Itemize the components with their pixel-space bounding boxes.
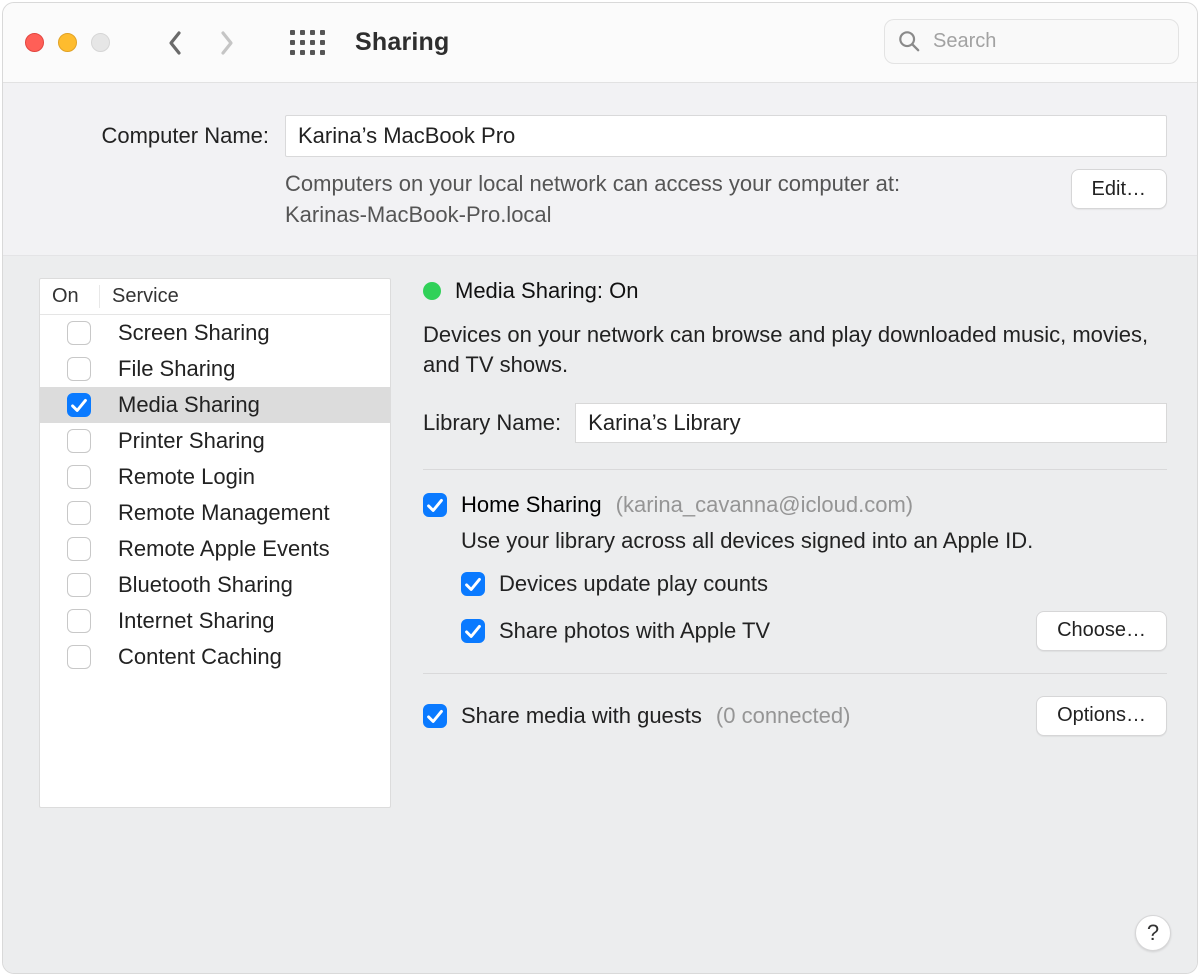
- service-on-checkbox[interactable]: [67, 465, 91, 489]
- service-col-on: On: [40, 285, 100, 308]
- service-on-checkbox[interactable]: [67, 429, 91, 453]
- nav-arrows: [166, 29, 236, 57]
- service-row[interactable]: Screen Sharing: [40, 315, 390, 351]
- computer-name-label: Computer Name:: [33, 123, 269, 149]
- service-label: Bluetooth Sharing: [118, 572, 293, 598]
- service-on-checkbox[interactable]: [67, 645, 91, 669]
- home-sharing-block: Home Sharing (karina_cavanna@icloud.com)…: [423, 470, 1167, 673]
- home-sharing-checkbox[interactable]: [423, 493, 447, 517]
- search-icon: [898, 30, 920, 52]
- service-on-checkbox[interactable]: [67, 357, 91, 381]
- close-window-button[interactable]: [25, 33, 44, 52]
- service-row[interactable]: Remote Apple Events: [40, 531, 390, 567]
- share-photos-checkbox[interactable]: [461, 619, 485, 643]
- computer-name-hint-line2: Karinas-MacBook-Pro.local: [285, 202, 552, 227]
- service-label: Content Caching: [118, 644, 282, 670]
- service-on-checkbox[interactable]: [67, 393, 91, 417]
- service-on-checkbox[interactable]: [67, 573, 91, 597]
- service-label: File Sharing: [118, 356, 235, 382]
- share-guests-checkbox[interactable]: [423, 704, 447, 728]
- share-photos-label: Share photos with Apple TV: [499, 618, 770, 644]
- search-input[interactable]: [884, 19, 1179, 64]
- computer-name-section: Computer Name: Computers on your local n…: [3, 83, 1197, 256]
- back-button[interactable]: [166, 29, 184, 57]
- share-guests-connected: (0 connected): [716, 703, 851, 729]
- media-sharing-detail: Media Sharing: On Devices on your networ…: [391, 256, 1197, 973]
- service-row[interactable]: Remote Login: [40, 459, 390, 495]
- computer-name-field[interactable]: [285, 115, 1167, 157]
- minimize-window-button[interactable]: [58, 33, 77, 52]
- share-guests-label: Share media with guests: [461, 703, 702, 729]
- traffic-lights: [25, 33, 110, 52]
- home-sharing-account: (karina_cavanna@icloud.com): [616, 492, 913, 518]
- service-on-checkbox[interactable]: [67, 537, 91, 561]
- service-list-header: On Service: [40, 279, 390, 315]
- computer-name-hint-line1: Computers on your local network can acce…: [285, 171, 900, 196]
- service-row[interactable]: Internet Sharing: [40, 603, 390, 639]
- zoom-window-button[interactable]: [91, 33, 110, 52]
- search-field-wrap: [884, 19, 1179, 64]
- service-row[interactable]: Bluetooth Sharing: [40, 567, 390, 603]
- service-list: On Service Screen Sharing File Sharing Med…: [39, 278, 391, 808]
- play-counts-label: Devices update play counts: [499, 571, 768, 597]
- status-row: Media Sharing: On: [423, 278, 1167, 304]
- service-on-checkbox[interactable]: [67, 609, 91, 633]
- edit-hostname-button[interactable]: Edit…: [1071, 169, 1167, 209]
- computer-name-hint: Computers on your local network can acce…: [285, 169, 1055, 231]
- service-on-checkbox[interactable]: [67, 501, 91, 525]
- status-indicator-icon: [423, 282, 441, 300]
- pane-title: Sharing: [355, 28, 449, 57]
- service-label: Internet Sharing: [118, 608, 275, 634]
- library-name-row: Library Name:: [423, 403, 1167, 443]
- service-label: Screen Sharing: [118, 320, 270, 346]
- forward-button[interactable]: [218, 29, 236, 57]
- media-sharing-description: Devices on your network can browse and p…: [423, 320, 1167, 382]
- home-sharing-label: Home Sharing: [461, 492, 602, 518]
- service-row[interactable]: Printer Sharing: [40, 423, 390, 459]
- home-sharing-subtext: Use your library across all devices sign…: [461, 526, 1167, 557]
- play-counts-checkbox[interactable]: [461, 572, 485, 596]
- service-row[interactable]: Media Sharing: [40, 387, 390, 423]
- service-label: Remote Management: [118, 500, 330, 526]
- service-label: Remote Login: [118, 464, 255, 490]
- service-col-service: Service: [100, 285, 179, 308]
- help-button[interactable]: ?: [1135, 915, 1171, 951]
- service-row[interactable]: File Sharing: [40, 351, 390, 387]
- service-label: Remote Apple Events: [118, 536, 330, 562]
- status-label: Media Sharing: On: [455, 278, 638, 304]
- service-row[interactable]: Content Caching: [40, 639, 390, 675]
- titlebar: Sharing: [3, 3, 1197, 83]
- service-label: Printer Sharing: [118, 428, 265, 454]
- service-row[interactable]: Remote Management: [40, 495, 390, 531]
- library-name-field[interactable]: [575, 403, 1167, 443]
- sharing-preferences-window: Sharing Computer Name: Computers on your…: [2, 2, 1198, 974]
- main-content: On Service Screen Sharing File Sharing Med…: [3, 256, 1197, 973]
- guest-options-button[interactable]: Options…: [1036, 696, 1167, 736]
- service-label: Media Sharing: [118, 392, 260, 418]
- service-on-checkbox[interactable]: [67, 321, 91, 345]
- show-all-prefs-icon[interactable]: [290, 30, 325, 55]
- guest-sharing-row: Share media with guests (0 connected) Op…: [423, 674, 1167, 758]
- library-name-label: Library Name:: [423, 410, 561, 436]
- choose-photos-button[interactable]: Choose…: [1036, 611, 1167, 651]
